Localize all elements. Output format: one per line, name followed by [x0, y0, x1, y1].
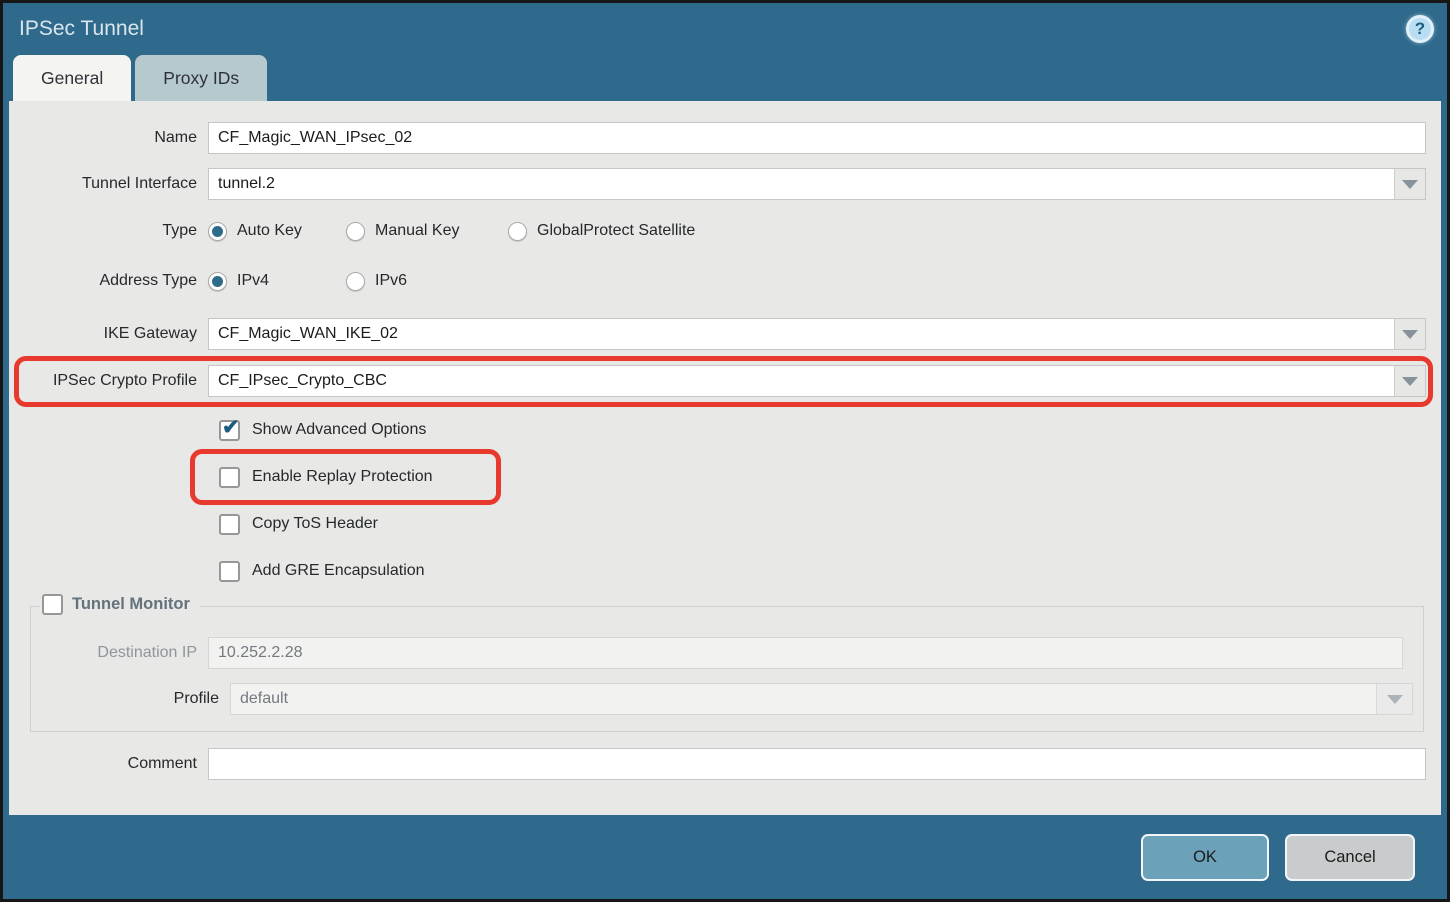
tunnel-monitor-fieldset: Tunnel Monitor Destination IP Profile	[30, 606, 1424, 732]
tab-general[interactable]: General	[13, 55, 131, 101]
radio-icon[interactable]	[208, 222, 227, 241]
copy-tos-header-row: Copy ToS Header	[9, 509, 1426, 539]
tab-proxy-ids[interactable]: Proxy IDs	[135, 55, 267, 101]
radio-auto-key[interactable]: Auto Key	[208, 222, 346, 241]
comment-row: Comment	[9, 748, 1426, 780]
add-gre-encapsulation-label: Add GRE Encapsulation	[252, 562, 425, 580]
tunnel-interface-input[interactable]	[208, 168, 1426, 200]
general-tab-panel: Name Tunnel Interface Type Auto Key	[9, 101, 1441, 815]
chevron-down-icon[interactable]	[1394, 169, 1425, 199]
ok-button[interactable]: OK	[1141, 834, 1269, 881]
ike-gateway-row: IKE Gateway	[9, 318, 1426, 350]
dialog-footer: OK Cancel	[3, 815, 1447, 899]
ike-gateway-label: IKE Gateway	[9, 325, 208, 343]
radio-ipv4[interactable]: IPv4	[208, 272, 346, 291]
tunnel-interface-select[interactable]	[208, 168, 1426, 200]
comment-input[interactable]	[208, 748, 1426, 780]
profile-select	[230, 683, 1413, 715]
triangle-glyph	[1387, 695, 1403, 704]
address-type-row: Address Type IPv4 IPv6	[9, 268, 1426, 294]
profile-row: Profile	[31, 683, 1413, 715]
profile-label: Profile	[31, 690, 230, 708]
address-type-label: Address Type	[9, 272, 208, 290]
add-gre-encapsulation-row: Add GRE Encapsulation	[9, 556, 1426, 586]
enable-replay-protection-checkbox[interactable]	[219, 467, 240, 488]
copy-tos-header-checkbox[interactable]	[219, 514, 240, 535]
chevron-down-icon[interactable]	[1394, 319, 1425, 349]
show-advanced-options-label: Show Advanced Options	[252, 421, 426, 439]
show-advanced-options-checkbox[interactable]	[219, 420, 240, 441]
triangle-glyph	[1402, 180, 1418, 189]
destination-ip-label: Destination IP	[31, 644, 208, 662]
name-input[interactable]	[208, 122, 1426, 154]
name-label: Name	[9, 129, 208, 147]
tunnel-interface-label: Tunnel Interface	[9, 175, 208, 193]
address-type-radio-group: IPv4 IPv6	[208, 272, 484, 291]
profile-input	[230, 683, 1413, 715]
radio-icon[interactable]	[346, 272, 365, 291]
radio-icon[interactable]	[346, 222, 365, 241]
radio-ipv6[interactable]: IPv6	[346, 272, 484, 291]
enable-replay-protection-label: Enable Replay Protection	[252, 468, 433, 486]
radio-globalprotect-satellite[interactable]: GlobalProtect Satellite	[508, 222, 695, 241]
ike-gateway-select[interactable]	[208, 318, 1426, 350]
type-label: Type	[9, 222, 208, 240]
type-row: Type Auto Key Manual Key GlobalProtect S…	[9, 218, 1426, 244]
triangle-glyph	[1402, 377, 1418, 386]
show-advanced-options-row: Show Advanced Options	[9, 415, 1426, 445]
ipsec-crypto-profile-label: IPSec Crypto Profile	[9, 372, 208, 390]
help-icon[interactable]: ?	[1406, 15, 1434, 43]
add-gre-encapsulation-checkbox[interactable]	[219, 561, 240, 582]
destination-ip-row: Destination IP	[31, 637, 1413, 669]
enable-replay-protection-row: Enable Replay Protection	[9, 462, 1426, 492]
tab-bar: General Proxy IDs	[3, 55, 1447, 101]
radio-manual-key[interactable]: Manual Key	[346, 222, 508, 241]
tunnel-monitor-checkbox[interactable]	[42, 594, 63, 615]
ipsec-tunnel-dialog: IPSec Tunnel ? General Proxy IDs Name Tu…	[0, 0, 1450, 902]
dialog-title: IPSec Tunnel	[19, 17, 144, 41]
ipsec-crypto-profile-input[interactable]	[208, 365, 1426, 397]
comment-label: Comment	[9, 755, 208, 773]
radio-icon[interactable]	[508, 222, 527, 241]
chevron-down-icon[interactable]	[1394, 366, 1425, 396]
name-row: Name	[9, 122, 1426, 154]
dialog-titlebar: IPSec Tunnel ?	[3, 3, 1447, 55]
ipsec-crypto-profile-select[interactable]	[208, 365, 1426, 397]
tunnel-interface-row: Tunnel Interface	[9, 168, 1426, 200]
copy-tos-header-label: Copy ToS Header	[252, 515, 378, 533]
ipsec-crypto-profile-row: IPSec Crypto Profile	[9, 365, 1426, 397]
type-radio-group: Auto Key Manual Key GlobalProtect Satell…	[208, 222, 695, 241]
cancel-button[interactable]: Cancel	[1285, 834, 1415, 881]
tunnel-monitor-legend: Tunnel Monitor	[40, 594, 200, 615]
tunnel-monitor-label: Tunnel Monitor	[72, 595, 190, 614]
destination-ip-input	[208, 637, 1403, 669]
chevron-down-icon	[1376, 684, 1412, 714]
triangle-glyph	[1402, 330, 1418, 339]
radio-icon[interactable]	[208, 272, 227, 291]
ike-gateway-input[interactable]	[208, 318, 1426, 350]
